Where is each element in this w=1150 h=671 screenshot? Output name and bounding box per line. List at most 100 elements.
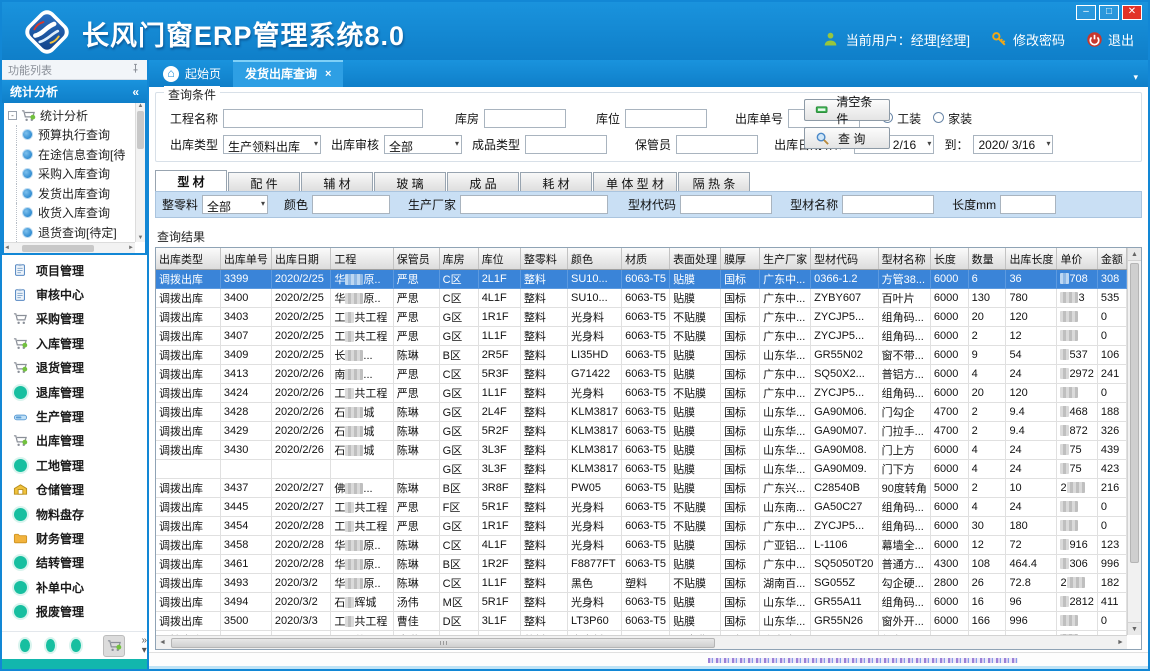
- column-header-3[interactable]: 工程: [331, 248, 393, 270]
- color-input[interactable]: [312, 195, 390, 214]
- column-header-11[interactable]: 膜厚: [721, 248, 760, 270]
- table-row[interactable]: 调拨出库33992020/2/25华原..严思C区2L1F整料SU10...60…: [156, 270, 1127, 289]
- tree-item-2[interactable]: 采购入库查询: [8, 164, 135, 184]
- column-header-19[interactable]: 金额: [1097, 248, 1126, 270]
- column-header-15[interactable]: 长度: [930, 248, 968, 270]
- material-tab-7[interactable]: 隔 热 条: [678, 172, 750, 191]
- column-header-1[interactable]: 出库单号: [220, 248, 271, 270]
- product-type-input[interactable]: [525, 135, 607, 154]
- column-header-2[interactable]: 出库日期: [271, 248, 331, 270]
- pin-icon[interactable]: [130, 63, 141, 77]
- table-row[interactable]: 调拨出库34092020/2/25长...陈琳B区2R5F整料LI35HD606…: [156, 346, 1127, 365]
- sidebar-module-4[interactable]: 退货管理: [2, 356, 147, 380]
- column-header-10[interactable]: 表面处理: [670, 248, 721, 270]
- material-tab-5[interactable]: 耗 材: [520, 172, 592, 191]
- search-button[interactable]: 查 询: [804, 127, 890, 149]
- table-row[interactable]: 调拨出库34452020/2/27工共工程严思F区5R1F整料光身料6063-T…: [156, 498, 1127, 517]
- table-row[interactable]: 调拨出库34932020/3/2华原..陈琳C区1L1F整料黑色塑料不贴膜国标湖…: [156, 574, 1127, 593]
- column-header-0[interactable]: 出库类型: [156, 248, 220, 270]
- sidebar-module-1[interactable]: 审核中心: [2, 282, 147, 306]
- tree-horizontal-scrollbar[interactable]: ◄►: [4, 242, 135, 253]
- table-row[interactable]: 调拨出库34282020/2/26石城陈琳G区2L4F整料KLM38176063…: [156, 403, 1127, 422]
- column-header-16[interactable]: 数量: [968, 248, 1006, 270]
- sidebar-module-14[interactable]: 报废管理: [2, 599, 147, 623]
- sidebar-module-2[interactable]: 采购管理: [2, 307, 147, 331]
- sidebar-module-10[interactable]: 物料盘存: [2, 502, 147, 526]
- column-header-18[interactable]: 单价: [1057, 248, 1097, 270]
- location-input[interactable]: [625, 109, 707, 128]
- tree-item-3[interactable]: 发货出库查询: [8, 184, 135, 204]
- sidebar-module-9[interactable]: 仓储管理: [2, 478, 147, 502]
- tab-overflow-icon[interactable]: ▾: [1133, 72, 1138, 83]
- sidebar-module-11[interactable]: 财务管理: [2, 526, 147, 550]
- table-row[interactable]: 调拨出库34942020/3/2石辉城汤伟M区5R1F整料光身料6063-T5贴…: [156, 593, 1127, 612]
- tree-expander-icon[interactable]: -: [8, 111, 17, 120]
- sidebar-module-7[interactable]: 出库管理: [2, 429, 147, 453]
- maker-input[interactable]: [460, 195, 608, 214]
- material-tab-1[interactable]: 配 件: [228, 172, 300, 191]
- sidebar-module-5[interactable]: 退库管理: [2, 380, 147, 404]
- whole-part-select[interactable]: 全部: [202, 195, 268, 214]
- column-header-13[interactable]: 型材代码: [811, 248, 879, 270]
- table-row[interactable]: 调拨出库34292020/2/26石城陈琳G区5R2F整料KLM38176063…: [156, 422, 1127, 441]
- module-dot-icon[interactable]: [20, 639, 30, 652]
- column-header-6[interactable]: 库位: [478, 248, 520, 270]
- table-horizontal-scrollbar[interactable]: ◄►: [156, 635, 1127, 649]
- sidebar-module-0[interactable]: 项目管理: [2, 258, 147, 282]
- table-row[interactable]: 调拨出库34542020/2/28工共工程严思G区1R1F整料光身料6063-T…: [156, 517, 1127, 536]
- table-row[interactable]: G区3L3F整料KLM38176063-T5贴膜国标山东华...GA90M09.…: [156, 460, 1127, 479]
- table-row[interactable]: 调拨出库34302020/2/26石城陈琳G区3L3F整料KLM38176063…: [156, 441, 1127, 460]
- close-button[interactable]: ✕: [1122, 5, 1142, 20]
- material-tab-2[interactable]: 辅 材: [301, 172, 373, 191]
- tree-item-0[interactable]: 预算执行查询: [8, 125, 135, 145]
- tree-item-4[interactable]: 收货入库查询: [8, 203, 135, 223]
- table-row[interactable]: 调拨出库35002020/3/3工共工程曹佳D区3L1F整料LT3P606063…: [156, 612, 1127, 631]
- column-header-9[interactable]: 材质: [622, 248, 670, 270]
- audit-select[interactable]: 全部: [384, 135, 462, 154]
- tree-root-stats[interactable]: - 统计分析: [8, 105, 135, 125]
- table-row[interactable]: 调拨出库34372020/2/27佛...陈琳B区3R8F整料PW056063-…: [156, 479, 1127, 498]
- tree-vertical-scrollbar[interactable]: ▲▼: [135, 103, 145, 242]
- sidebar-module-12[interactable]: 结转管理: [2, 551, 147, 575]
- column-header-5[interactable]: 库房: [439, 248, 478, 270]
- profile-name-input[interactable]: [842, 195, 934, 214]
- tree-item-1[interactable]: 在途信息查询[待: [8, 145, 135, 165]
- column-header-8[interactable]: 颜色: [567, 248, 621, 270]
- sidebar-module-6[interactable]: 生产管理: [2, 404, 147, 428]
- minimize-button[interactable]: –: [1076, 5, 1096, 20]
- length-input[interactable]: [1000, 195, 1056, 214]
- logout-link[interactable]: 退出: [1086, 30, 1134, 49]
- sidebar-module-13[interactable]: 补单中心: [2, 575, 147, 599]
- project-name-input[interactable]: [223, 109, 423, 128]
- column-header-12[interactable]: 生产厂家: [760, 248, 811, 270]
- module-dot-icon[interactable]: [46, 639, 56, 652]
- column-header-4[interactable]: 保管员: [393, 248, 439, 270]
- column-header-7[interactable]: 整零料: [520, 248, 567, 270]
- material-tab-0[interactable]: 型 材: [155, 170, 227, 191]
- table-row[interactable]: 调拨出库34582020/2/28华原..陈琳C区4L1F整料光身料6063-T…: [156, 536, 1127, 555]
- change-password-link[interactable]: 修改密码: [991, 30, 1065, 49]
- column-header-14[interactable]: 型材名称: [878, 248, 930, 270]
- radio-home[interactable]: 家装: [933, 110, 972, 127]
- table-row[interactable]: 调拨出库34002020/2/25华原..严思C区4L1F整料SU10...60…: [156, 289, 1127, 308]
- date-to-picker[interactable]: 2020/ 3/16: [973, 135, 1053, 154]
- tree-item-5[interactable]: 退货查询[待定]: [8, 223, 135, 243]
- more-modules-button[interactable]: »▾: [141, 636, 147, 656]
- tab-shipment-outbound-query[interactable]: 发货出库查询 ×: [233, 60, 343, 87]
- profile-code-input[interactable]: [680, 195, 772, 214]
- table-row[interactable]: 调拨出库34132020/2/26南...严思C区5R3F整料G71422606…: [156, 365, 1127, 384]
- table-row[interactable]: 调拨出库34072020/2/25工共工程严思G区1L1F整料光身料6063-T…: [156, 327, 1127, 346]
- material-tab-4[interactable]: 成 品: [447, 172, 519, 191]
- clear-conditions-button[interactable]: 清空条件: [804, 99, 890, 121]
- material-tab-6[interactable]: 单 体 型 材: [593, 172, 677, 191]
- cart-shortcut-button[interactable]: [103, 635, 126, 657]
- sidebar-module-8[interactable]: 工地管理: [2, 453, 147, 477]
- warehouse-input[interactable]: [484, 109, 566, 128]
- keeper-input[interactable]: [676, 135, 758, 154]
- table-vertical-scrollbar[interactable]: ▲▼: [1127, 248, 1141, 635]
- table-row[interactable]: 调拨出库34242020/2/26工共工程严思G区1L1F整料光身料6063-T…: [156, 384, 1127, 403]
- column-header-17[interactable]: 出库长度: [1006, 248, 1057, 270]
- maximize-button[interactable]: □: [1099, 5, 1119, 20]
- collapse-icon[interactable]: «: [132, 85, 139, 99]
- sidebar-module-3[interactable]: 入库管理: [2, 331, 147, 355]
